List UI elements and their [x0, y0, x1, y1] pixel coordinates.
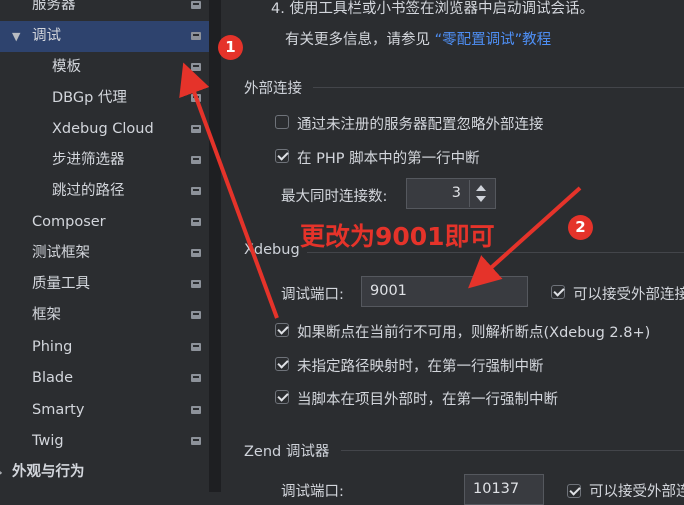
pin-icon [191, 93, 201, 103]
sidebar-item-test-frameworks[interactable]: 测试框架 [0, 238, 209, 269]
xdebug-accept-external-checkbox[interactable] [551, 285, 565, 299]
settings-sidebar: 服务器 ▼ 调试 模板 DBGp 代理 Xdebug Cloud 步进筛选器 跳… [0, 0, 209, 492]
sidebar-item-label: 框架 [32, 307, 61, 323]
sidebar-item-label: Composer [32, 214, 106, 230]
break-first-line-checkbox[interactable] [275, 149, 289, 163]
pin-icon [191, 0, 201, 10]
zend-accept-external-label: 可以接受外部连接 [589, 484, 684, 500]
sidebar-item-quality-tools[interactable]: 质量工具 [0, 269, 209, 300]
sidebar-item-templates[interactable]: 模板 [0, 52, 209, 83]
sidebar-item-label: 服务器 [32, 0, 76, 13]
sidebar-item-label: 测试框架 [32, 245, 90, 261]
external-connections-title: 外部连接 [244, 81, 302, 97]
step-4-text: 4. 使用工具栏或小书签在浏览器中启动调试会话。 [271, 1, 594, 17]
section-divider [341, 450, 684, 451]
sidebar-item-debug[interactable]: ▼ 调试 [0, 21, 209, 52]
more-info-text: 有关更多信息，请参见 “零配置调试”教程 [285, 28, 551, 49]
sidebar-item-twig[interactable]: Twig [0, 426, 209, 457]
max-connections-value: 3 [451, 185, 461, 201]
sidebar-item-label: Smarty [32, 402, 85, 418]
pin-icon [191, 373, 201, 383]
resolve-breakpoint-label: 如果断点在当前行不可用，则解析断点(Xdebug 2.8+) [297, 325, 651, 341]
sidebar-item-label: Blade [32, 370, 73, 386]
max-connections-label: 最大同时连接数: [281, 189, 388, 205]
sidebar-item-skipped-paths[interactable]: 跳过的路径 [0, 176, 209, 207]
sidebar-item-label: Twig [32, 433, 64, 449]
spinner-down-icon[interactable] [476, 196, 486, 202]
force-break-unmapped-checkbox[interactable] [275, 357, 289, 371]
zero-config-tutorial-link[interactable]: “零配置调试”教程 [435, 32, 552, 48]
sidebar-item-composer[interactable]: Composer [0, 207, 209, 238]
ignore-unregistered-label: 通过未注册的服务器配置忽略外部连接 [297, 117, 544, 133]
sidebar-item-label: 模板 [52, 59, 81, 75]
pin-icon [191, 155, 201, 165]
pin-icon [191, 310, 201, 320]
sidebar-item-step-filters[interactable]: 步进筛选器 [0, 145, 209, 176]
zend-port-input[interactable]: 10137 [464, 474, 544, 505]
xdebug-port-label: 调试端口: [281, 287, 344, 303]
pin-icon [191, 279, 201, 289]
chevron-right-icon[interactable]: › [0, 457, 3, 488]
more-info-prefix: 有关更多信息，请参见 [285, 32, 435, 48]
sidebar-item-phing[interactable]: Phing [0, 332, 209, 363]
zend-port-label: 调试端口: [281, 484, 344, 500]
pin-icon [191, 217, 201, 227]
sidebar-item-smarty[interactable]: Smarty [0, 395, 209, 426]
force-break-outside-checkbox[interactable] [275, 390, 289, 404]
pin-icon [191, 342, 201, 352]
chevron-down-icon[interactable]: ▼ [12, 21, 20, 52]
pin-icon [191, 405, 201, 415]
sidebar-item-appearance[interactable]: › 外观与行为 [0, 457, 209, 488]
spinner-arrows[interactable] [469, 180, 494, 207]
force-break-unmapped-label: 未指定路径映射时，在第一行强制中断 [297, 359, 544, 375]
pin-icon [191, 62, 201, 72]
sidebar-item-label: 跳过的路径 [52, 183, 125, 199]
sidebar-item-label: 步进筛选器 [52, 152, 125, 168]
sidebar-item-label: DBGp 代理 [52, 90, 127, 106]
xdebug-section-title: Xdebug [244, 242, 300, 258]
pin-icon [191, 124, 201, 134]
break-first-line-label: 在 PHP 脚本中的第一行中断 [297, 151, 480, 167]
section-divider [313, 87, 684, 88]
sidebar-item-label: 调试 [32, 28, 61, 44]
xdebug-port-input[interactable]: 9001 [361, 276, 528, 307]
sidebar-item-servers[interactable]: 服务器 [0, 0, 209, 21]
zend-section-title: Zend 调试器 [244, 444, 330, 460]
annotation-note: 更改为9001即可 [300, 222, 495, 251]
pin-icon [191, 248, 201, 258]
xdebug-accept-external-label: 可以接受外部连接 [573, 287, 684, 303]
sidebar-item-blade[interactable]: Blade [0, 363, 209, 394]
sidebar-item-xdebug-cloud[interactable]: Xdebug Cloud [0, 114, 209, 145]
force-break-outside-label: 当脚本在项目外部时，在第一行强制中断 [297, 392, 558, 408]
sidebar-item-label: 外观与行为 [12, 464, 85, 480]
spinner-up-icon[interactable] [476, 185, 486, 191]
annotation-badge-1: 1 [218, 35, 243, 60]
annotation-badge-2: 2 [568, 215, 593, 240]
zend-accept-external-checkbox[interactable] [567, 484, 581, 498]
pin-icon [191, 31, 201, 41]
ignore-unregistered-checkbox[interactable] [275, 115, 289, 129]
sidebar-item-label: Xdebug Cloud [52, 121, 154, 137]
sidebar-item-label: 质量工具 [32, 276, 90, 292]
resolve-breakpoint-checkbox[interactable] [275, 323, 289, 337]
sidebar-item-dbgp-proxy[interactable]: DBGp 代理 [0, 83, 209, 114]
panel-splitter[interactable] [209, 0, 221, 492]
sidebar-item-label: Phing [32, 339, 73, 355]
sidebar-item-frameworks[interactable]: 框架 [0, 300, 209, 331]
pin-icon [191, 186, 201, 196]
pin-icon [191, 436, 201, 446]
